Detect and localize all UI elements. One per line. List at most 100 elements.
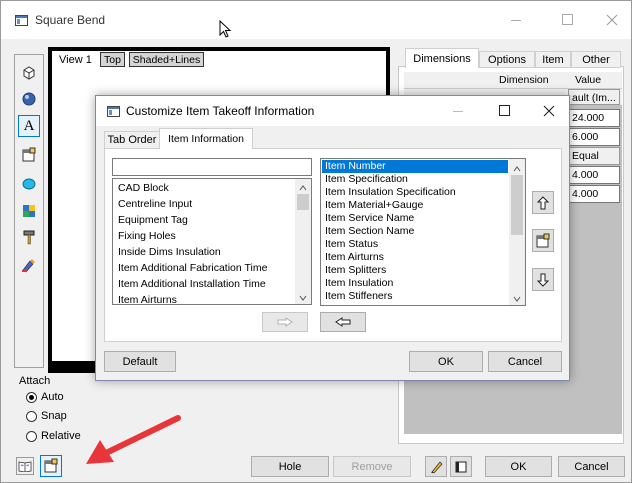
left-list-scrollbar[interactable] bbox=[295, 179, 311, 304]
grid-color-icon[interactable] bbox=[19, 201, 39, 221]
arrow-left-icon bbox=[335, 317, 351, 327]
move-up-button[interactable] bbox=[532, 191, 554, 214]
attach-auto-radio[interactable]: Auto bbox=[26, 388, 64, 406]
list-item[interactable]: Item Airturns bbox=[322, 251, 508, 264]
scroll-down-icon[interactable] bbox=[299, 292, 307, 304]
text-a-icon[interactable]: A bbox=[18, 115, 40, 137]
list-item[interactable]: Equipment Tag bbox=[115, 212, 295, 228]
scroll-up-icon[interactable] bbox=[299, 182, 307, 194]
tab-other[interactable]: Other bbox=[571, 51, 621, 68]
customize-takeoff-dialog: Customize Item Takeoff Information Tab O… bbox=[95, 95, 570, 381]
dialog-maximize-button[interactable] bbox=[498, 104, 512, 118]
selected-items-rows: Item Number Item Specification Item Insu… bbox=[322, 160, 508, 303]
dialog-cancel-button[interactable]: Cancel bbox=[488, 351, 562, 372]
mouse-cursor-icon bbox=[219, 19, 233, 43]
dialog-ok-button[interactable]: OK bbox=[409, 351, 483, 372]
right-list-scrollbar[interactable] bbox=[509, 159, 525, 305]
paint-icon[interactable] bbox=[19, 255, 39, 275]
default-button[interactable]: Default bbox=[104, 351, 176, 372]
tab-item[interactable]: Item bbox=[535, 51, 571, 68]
grid-cell-value[interactable]: Equal bbox=[568, 147, 620, 165]
attach-relative-radio[interactable]: Relative bbox=[26, 427, 81, 445]
tab-options[interactable]: Options bbox=[479, 51, 535, 68]
close-button[interactable] bbox=[605, 13, 619, 27]
arrow-down-icon bbox=[537, 273, 549, 287]
radio-indicator bbox=[26, 430, 37, 442]
list-item[interactable]: Item Additional Fabrication Time bbox=[115, 260, 295, 276]
maximize-button[interactable] bbox=[561, 13, 575, 27]
app-icon bbox=[15, 15, 28, 26]
scroll-thumb[interactable] bbox=[297, 194, 309, 210]
list-item[interactable]: Item Additional Installation Time bbox=[115, 276, 295, 292]
view-shading-button[interactable]: Shaded+Lines bbox=[129, 52, 204, 67]
main-ok-button[interactable]: OK bbox=[485, 456, 552, 477]
dialog-minimize-button[interactable] bbox=[451, 104, 465, 118]
list-item[interactable]: Item Status bbox=[322, 238, 508, 251]
view-top-button[interactable]: Top bbox=[100, 52, 125, 67]
list-item[interactable]: Fixing Holes bbox=[115, 228, 295, 244]
scroll-up-icon[interactable] bbox=[513, 163, 521, 175]
arrow-right-icon bbox=[277, 317, 293, 327]
list-item[interactable]: Centreline Input bbox=[115, 196, 295, 212]
list-item[interactable]: Item Insulation Specification bbox=[322, 186, 508, 199]
main-window-title: Square Bend bbox=[35, 13, 106, 27]
selected-items-list[interactable]: Item Number Item Specification Item Insu… bbox=[320, 158, 526, 306]
attach-snap-label: Snap bbox=[41, 410, 67, 422]
scroll-down-icon[interactable] bbox=[513, 293, 521, 305]
grid-header-dimension: Dimension bbox=[499, 74, 549, 86]
grid-cell-value[interactable]: ault (Im... bbox=[568, 89, 620, 105]
dialog-close-button[interactable] bbox=[542, 104, 556, 118]
dialog-title: Customize Item Takeoff Information bbox=[126, 104, 315, 118]
move-down-button[interactable] bbox=[532, 268, 554, 291]
list-item[interactable]: Item Section Name bbox=[322, 225, 508, 238]
attach-label: Attach bbox=[19, 375, 51, 387]
view-label: View 1 bbox=[59, 54, 92, 66]
hole-button[interactable]: Hole bbox=[251, 456, 329, 477]
properties-icon[interactable] bbox=[19, 145, 39, 165]
radio-indicator bbox=[26, 391, 37, 403]
tab-dimensions[interactable]: Dimensions bbox=[405, 48, 479, 68]
properties-icon bbox=[536, 233, 550, 247]
attach-relative-label: Relative bbox=[41, 430, 81, 442]
pencil-icon[interactable] bbox=[425, 456, 447, 477]
tab-item-information[interactable]: Item Information bbox=[159, 128, 253, 149]
scroll-thumb[interactable] bbox=[511, 175, 523, 235]
grid-header-value: Value bbox=[575, 74, 602, 86]
attach-snap-radio[interactable]: Snap bbox=[26, 407, 67, 425]
book-icon[interactable] bbox=[16, 457, 34, 475]
grid-cell-value[interactable]: 6.000 bbox=[568, 128, 620, 146]
remove-item-button[interactable] bbox=[320, 312, 366, 332]
customize-takeoff-icon[interactable] bbox=[40, 455, 62, 477]
available-items-list[interactable]: CAD Block Centreline Input Equipment Tag… bbox=[112, 178, 312, 305]
list-item[interactable]: Item Material+Gauge bbox=[322, 199, 508, 212]
list-item[interactable]: CAD Block bbox=[115, 180, 295, 196]
minimize-button[interactable] bbox=[509, 13, 523, 27]
left-toolbar: A bbox=[14, 54, 44, 368]
item-filter-input[interactable] bbox=[112, 158, 312, 176]
grid-cell-value[interactable]: 24.000 bbox=[568, 109, 620, 127]
cube-icon[interactable] bbox=[19, 62, 39, 82]
list-item[interactable]: Item Stiffeners bbox=[322, 290, 508, 303]
radio-indicator bbox=[26, 410, 37, 422]
list-item[interactable]: Item Specification bbox=[322, 173, 508, 186]
list-item[interactable]: Inside Dims Insulation bbox=[115, 244, 295, 260]
circle-icon[interactable] bbox=[19, 173, 39, 193]
main-cancel-button[interactable]: Cancel bbox=[558, 456, 625, 477]
frame-icon[interactable] bbox=[450, 456, 472, 477]
list-item[interactable]: Item Insulation bbox=[322, 277, 508, 290]
available-items-rows: CAD Block Centreline Input Equipment Tag… bbox=[115, 180, 295, 304]
grid-cell-value[interactable]: 4.000 bbox=[568, 185, 620, 203]
grid-cell-value[interactable]: 4.000 bbox=[568, 166, 620, 184]
list-item-selected[interactable]: Item Number bbox=[322, 160, 508, 173]
item-properties-button[interactable] bbox=[532, 229, 554, 252]
attach-auto-label: Auto bbox=[41, 391, 64, 403]
tab-tab-order[interactable]: Tab Order bbox=[104, 131, 160, 149]
hammer-icon[interactable] bbox=[19, 227, 39, 247]
add-item-button[interactable] bbox=[262, 312, 308, 332]
sphere-icon[interactable] bbox=[19, 89, 39, 109]
list-item[interactable]: Item Service Name bbox=[322, 212, 508, 225]
list-item[interactable]: Item Splitters bbox=[322, 264, 508, 277]
dialog-title-bar: Customize Item Takeoff Information bbox=[96, 96, 569, 126]
remove-button[interactable]: Remove bbox=[333, 456, 411, 477]
list-item[interactable]: Item Airturns bbox=[115, 292, 295, 304]
